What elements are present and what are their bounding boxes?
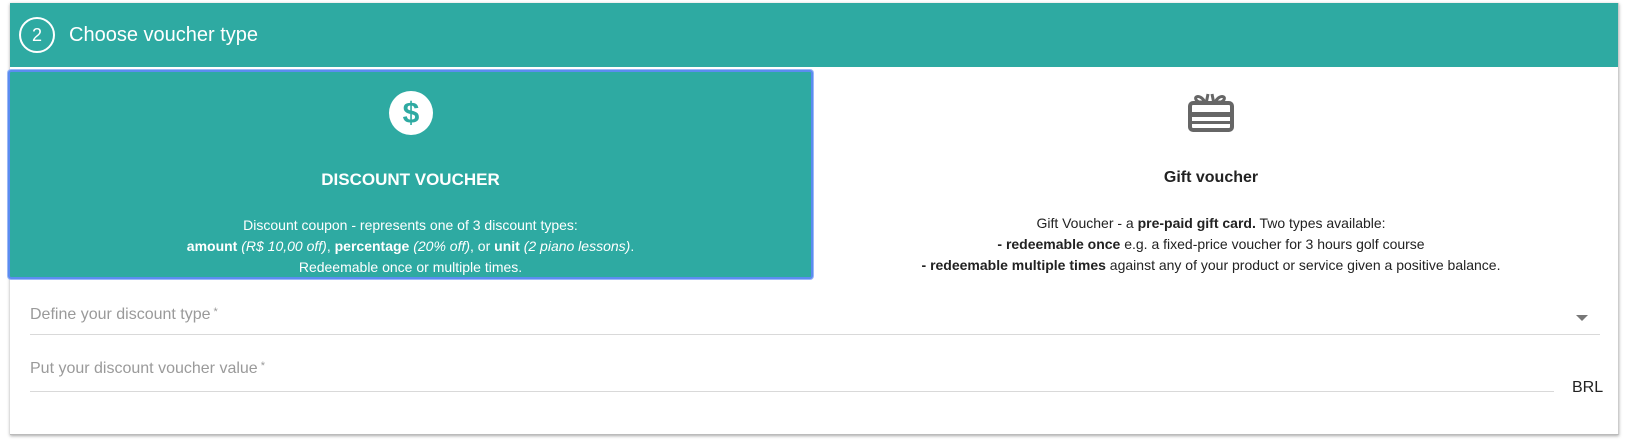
section-header: 2 Choose voucher type [10, 3, 1618, 67]
discount-value-label: Put your discount voucher value * [30, 360, 265, 377]
discount-desc-line3: Redeemable once or multiple times. [298, 259, 523, 275]
discount-type-select[interactable]: Define your discount type * [30, 298, 1600, 335]
step-number-badge: 2 [19, 17, 55, 53]
discount-voucher-description: Discount coupon - represents one of 3 di… [10, 215, 811, 278]
dollar-circle-icon: $ [388, 91, 433, 135]
gift-voucher-description: Gift Voucher - a pre-paid gift card. Two… [815, 213, 1607, 276]
discount-value-input[interactable]: Put your discount voucher value * [30, 352, 1554, 392]
gift-desc-line3: - redeemable multiple times against any … [921, 257, 1501, 273]
gift-desc-line2: - redeemable once e.g. a fixed-price vou… [997, 236, 1425, 252]
discount-desc-line1: Discount coupon - represents one of 3 di… [243, 217, 578, 233]
gift-desc-line1: Gift Voucher - a pre-paid gift card. Two… [1036, 215, 1386, 231]
discount-type-label: Define your discount type * [30, 306, 218, 323]
gift-voucher-title: Gift voucher [1163, 169, 1259, 186]
chevron-down-icon[interactable] [1576, 315, 1588, 321]
discount-voucher-card[interactable]: $ DISCOUNT VOUCHER Discount coupon - rep… [8, 70, 813, 279]
section-title: Choose voucher type [69, 23, 259, 46]
discount-voucher-title: DISCOUNT VOUCHER [321, 170, 500, 189]
svg-text:$: $ [402, 97, 419, 130]
gift-card-icon [1188, 93, 1234, 132]
discount-desc-line2: amount (R$ 10,00 off), percentage (20% o… [186, 238, 635, 254]
gift-voucher-card[interactable]: Gift voucher Gift Voucher - a pre-paid g… [815, 70, 1607, 279]
currency-suffix: BRL [1572, 379, 1604, 396]
